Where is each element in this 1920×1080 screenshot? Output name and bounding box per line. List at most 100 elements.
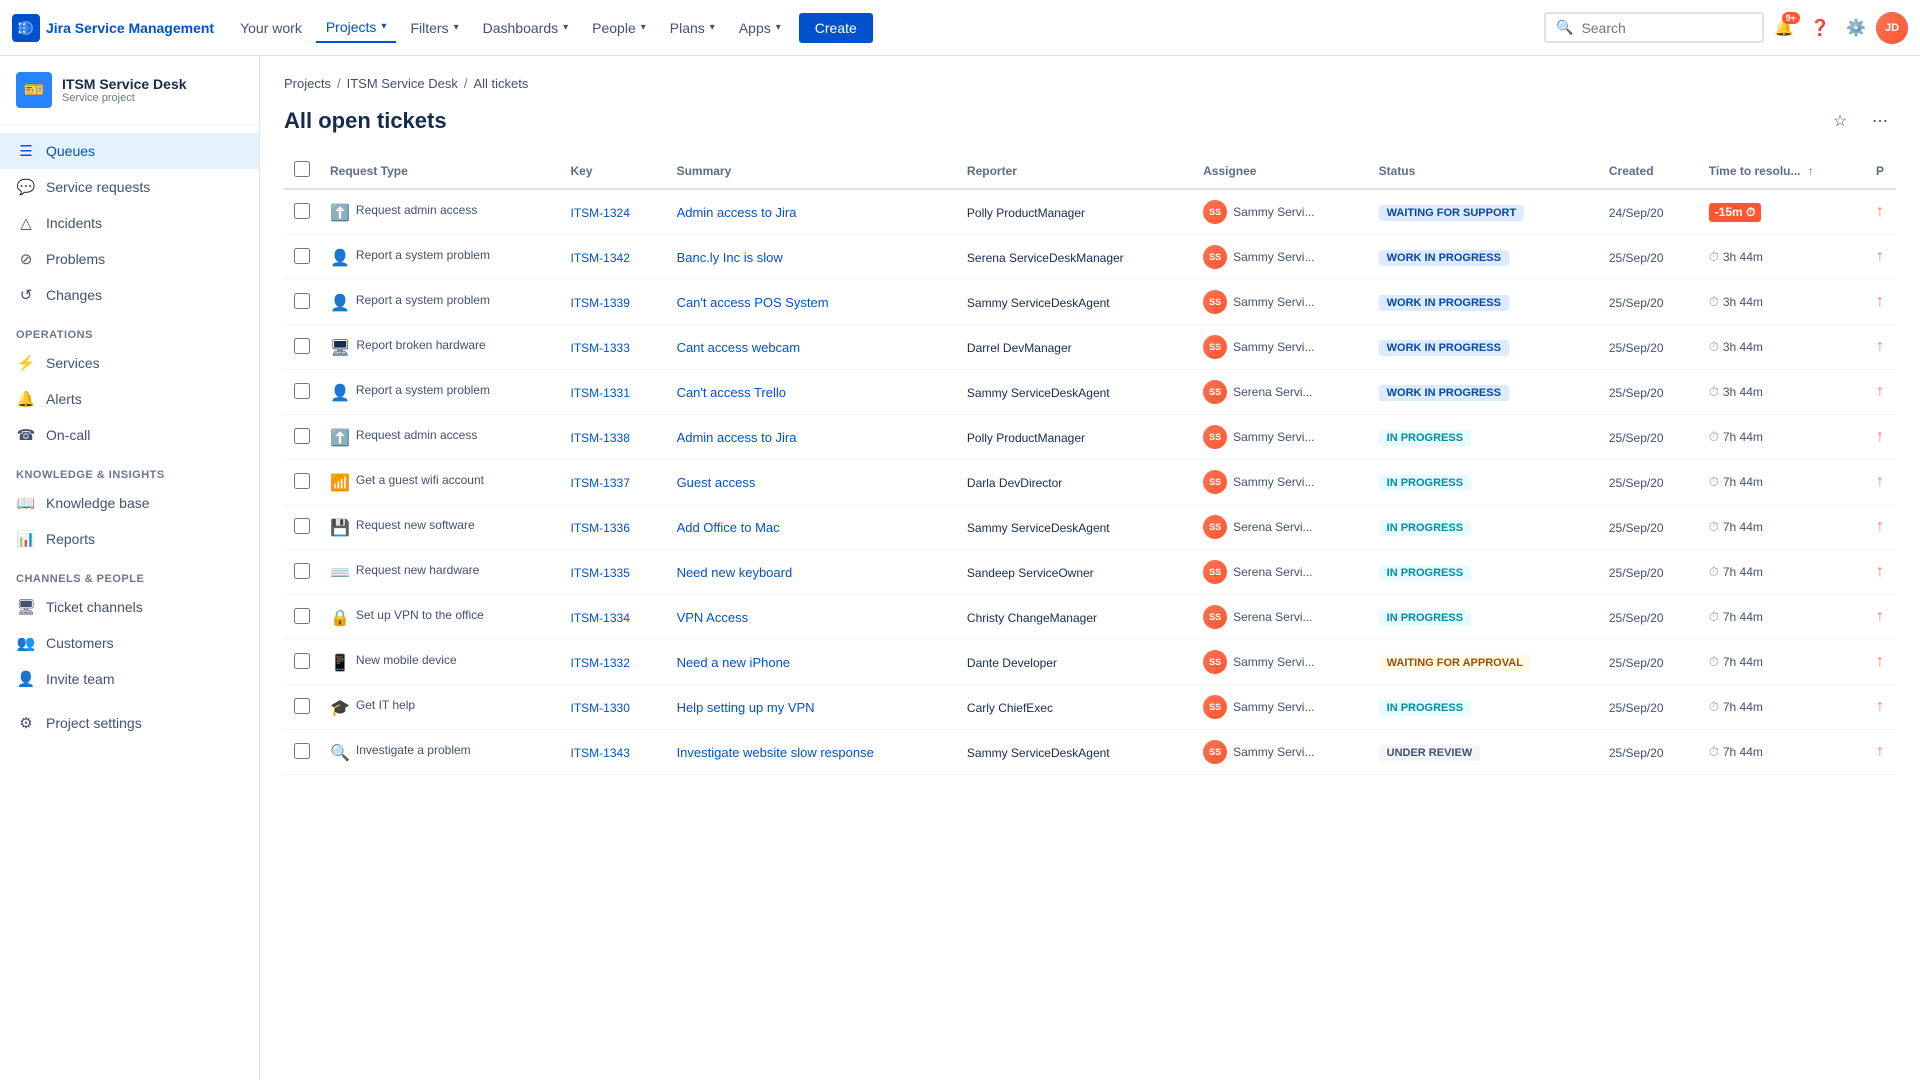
sidebar-item-knowledge-base[interactable]: 📖 Knowledge base [0, 485, 259, 521]
ticket-summary-link[interactable]: Banc.ly Inc is slow [677, 250, 783, 265]
nav-people[interactable]: People ▾ [582, 14, 656, 42]
settings-button[interactable]: ⚙️ [1840, 12, 1872, 44]
nav-your-work[interactable]: Your work [230, 14, 312, 42]
star-button[interactable]: ☆ [1824, 105, 1856, 137]
nav-apps[interactable]: Apps ▾ [729, 14, 791, 42]
created-date: 25/Sep/20 [1609, 476, 1664, 490]
created-date: 25/Sep/20 [1609, 296, 1664, 310]
ticket-summary-link[interactable]: Add Office to Mac [677, 520, 780, 535]
col-reporter: Reporter [957, 153, 1193, 189]
nav-dashboards[interactable]: Dashboards ▾ [473, 14, 579, 42]
col-time-to-resolution[interactable]: Time to resolu... ↑ [1699, 153, 1866, 189]
ticket-key-link[interactable]: ITSM-1324 [571, 206, 630, 220]
sidebar-item-customers[interactable]: 👥 Customers [0, 625, 259, 661]
breadcrumb-itsm[interactable]: ITSM Service Desk [347, 76, 458, 91]
create-button[interactable]: Create [799, 13, 873, 43]
sidebar-item-problems[interactable]: ⊘ Problems [0, 241, 259, 277]
select-all-checkbox[interactable] [294, 161, 310, 177]
ticket-key-link[interactable]: ITSM-1331 [571, 386, 630, 400]
sidebar-item-ticket-channels[interactable]: 🖥 Ticket channels [0, 589, 259, 625]
sidebar-item-incidents[interactable]: △ Incidents [0, 205, 259, 241]
ticket-key-link[interactable]: ITSM-1335 [571, 566, 630, 580]
assignee-name: Sammy Servi... [1233, 745, 1314, 759]
created-date: 25/Sep/20 [1609, 431, 1664, 445]
ticket-key-link[interactable]: ITSM-1342 [571, 251, 630, 265]
ticket-summary-link[interactable]: Can't access Trello [677, 385, 786, 400]
help-button[interactable]: ❓ [1804, 12, 1836, 44]
more-button[interactable]: ⋯ [1864, 105, 1896, 137]
status-badge: WORK IN PROGRESS [1379, 295, 1509, 311]
request-type-icon: 👤 [330, 293, 350, 313]
status-badge: IN PROGRESS [1379, 475, 1471, 491]
row-checkbox[interactable] [294, 563, 310, 579]
row-checkbox[interactable] [294, 698, 310, 714]
sidebar-item-queues[interactable]: ☰ Queues [0, 133, 259, 169]
row-checkbox[interactable] [294, 653, 310, 669]
sidebar-item-invite-team[interactable]: 👤 Invite team [0, 661, 259, 697]
row-checkbox[interactable] [294, 743, 310, 759]
search-box[interactable]: 🔍 [1544, 12, 1764, 43]
problems-icon: ⊘ [16, 249, 36, 269]
request-type-cell: 🔍 Investigate a problem [330, 742, 551, 763]
ticket-key-link[interactable]: ITSM-1334 [571, 611, 630, 625]
gear-icon: ⚙️ [1846, 18, 1866, 38]
ticket-summary-link[interactable]: Help setting up my VPN [677, 700, 815, 715]
search-input[interactable] [1581, 20, 1752, 36]
col-summary: Summary [667, 153, 957, 189]
row-checkbox[interactable] [294, 248, 310, 264]
sidebar-item-alerts[interactable]: 🔔 Alerts [0, 381, 259, 417]
ticket-summary-link[interactable]: Investigate website slow response [677, 745, 874, 760]
ticket-key-link[interactable]: ITSM-1333 [571, 341, 630, 355]
ticket-key-link[interactable]: ITSM-1336 [571, 521, 630, 535]
ticket-key-link[interactable]: ITSM-1330 [571, 701, 630, 715]
ticket-summary-link[interactable]: Cant access webcam [677, 340, 801, 355]
priority-icon: ↑ [1876, 338, 1884, 355]
star-icon: ☆ [1833, 111, 1847, 131]
col-status: Status [1369, 153, 1599, 189]
ticket-key-link[interactable]: ITSM-1339 [571, 296, 630, 310]
row-checkbox[interactable] [294, 293, 310, 309]
sort-arrow-icon: ↑ [1808, 164, 1814, 178]
sidebar-item-project-settings[interactable]: ⚙ Project settings [0, 705, 259, 741]
nav-filters[interactable]: Filters ▾ [400, 14, 468, 42]
ticket-summary-link[interactable]: Need new keyboard [677, 565, 793, 580]
sidebar-item-changes[interactable]: ↺ Changes [0, 277, 259, 313]
sidebar-item-reports[interactable]: 📊 Reports [0, 521, 259, 557]
row-checkbox[interactable] [294, 383, 310, 399]
ticket-key-link[interactable]: ITSM-1332 [571, 656, 630, 670]
time-cell: ⏱7h 44m [1709, 699, 1856, 715]
notifications-button[interactable]: 🔔 9+ [1768, 12, 1800, 44]
assignee-name: Sammy Servi... [1233, 340, 1314, 354]
request-type-cell: 🖥 Report broken hardware [330, 337, 551, 358]
row-checkbox[interactable] [294, 473, 310, 489]
status-badge: UNDER REVIEW [1379, 745, 1481, 761]
breadcrumb-projects[interactable]: Projects [284, 76, 331, 91]
table-row: 🎓 Get IT help ITSM-1330 Help setting up … [284, 685, 1896, 730]
row-checkbox[interactable] [294, 203, 310, 219]
app-logo[interactable]: ⠿ Jira Service Management [12, 14, 214, 42]
row-checkbox[interactable] [294, 428, 310, 444]
row-checkbox[interactable] [294, 338, 310, 354]
sidebar-item-oncall[interactable]: ☎ On-call [0, 417, 259, 453]
ticket-summary-link[interactable]: VPN Access [677, 610, 749, 625]
ticket-key-link[interactable]: ITSM-1343 [571, 746, 630, 760]
nav-plans[interactable]: Plans ▾ [660, 14, 725, 42]
user-avatar[interactable]: JD [1876, 12, 1908, 44]
time-normal: ⏱7h 44m [1709, 474, 1763, 490]
ticket-summary-link[interactable]: Guest access [677, 475, 756, 490]
row-checkbox[interactable] [294, 608, 310, 624]
ticket-key-link[interactable]: ITSM-1337 [571, 476, 630, 490]
ticket-summary-link[interactable]: Need a new iPhone [677, 655, 790, 670]
ticket-summary-link[interactable]: Can't access POS System [677, 295, 829, 310]
row-checkbox[interactable] [294, 518, 310, 534]
sidebar-item-service-requests[interactable]: 💬 Service requests [0, 169, 259, 205]
ticket-summary-link[interactable]: Admin access to Jira [677, 430, 797, 445]
nav-projects[interactable]: Projects ▾ [316, 13, 397, 43]
ticket-key-link[interactable]: ITSM-1338 [571, 431, 630, 445]
ticket-channels-icon: 🖥 [16, 597, 36, 617]
time-normal: ⏱3h 44m [1709, 294, 1763, 310]
ticket-summary-link[interactable]: Admin access to Jira [677, 205, 797, 220]
sidebar-item-services[interactable]: ⚡ Services [0, 345, 259, 381]
reporter-name: Darla DevDirector [967, 476, 1062, 490]
time-cell: ⏱3h 44m [1709, 294, 1856, 310]
